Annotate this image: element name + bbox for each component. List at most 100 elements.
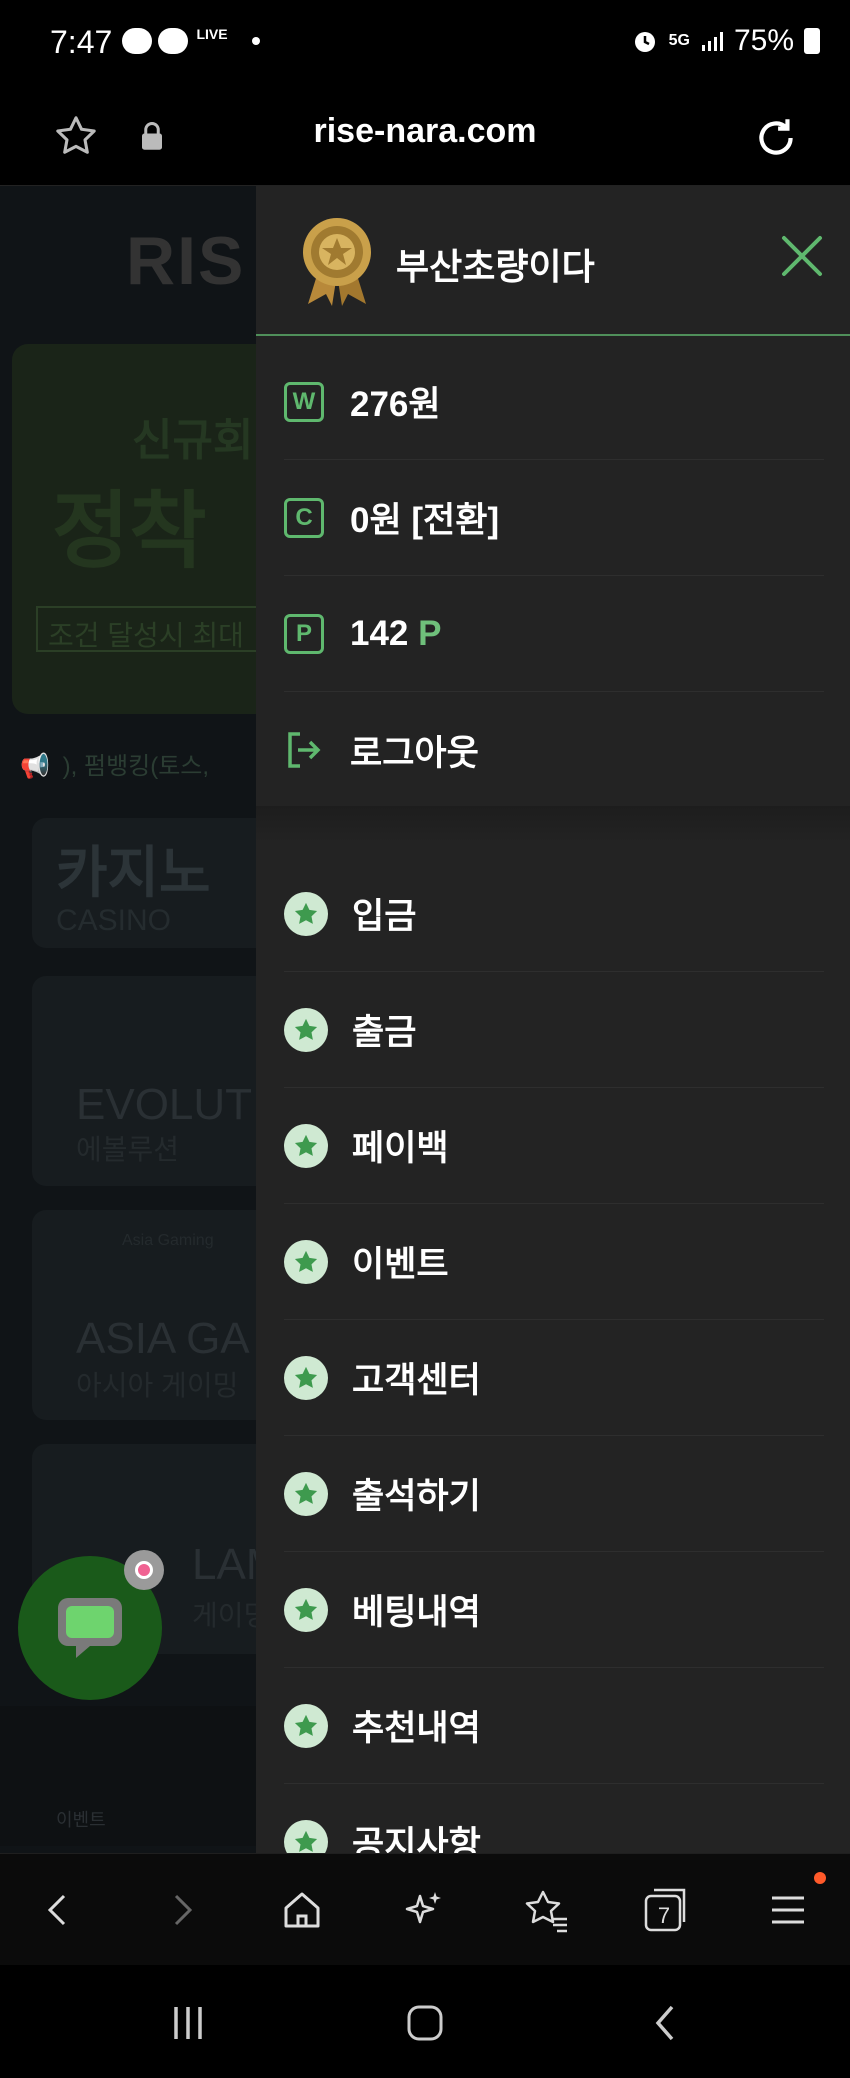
- chevron-right-icon: [174, 1894, 193, 1926]
- battery-icon: [804, 28, 820, 54]
- battery-percent: 75%: [733, 24, 794, 57]
- menu-item[interactable]: 출금: [284, 972, 824, 1088]
- chat-notification-badge: [124, 1550, 164, 1590]
- menu-item-label: 베팅내역: [352, 1593, 481, 1632]
- card2-sub: 아시아 게이밍: [76, 1370, 239, 1401]
- menu-item[interactable]: 고객센터: [284, 1320, 824, 1436]
- chevron-left-icon: [47, 1894, 66, 1926]
- megaphone-icon: 📢: [20, 753, 50, 780]
- menu-item-label: 공지사항: [352, 1825, 481, 1853]
- home-system-button[interactable]: [395, 1993, 455, 2053]
- home-button[interactable]: [274, 1882, 330, 1938]
- menu-item[interactable]: 입금: [284, 856, 824, 972]
- bookmarks-star-icon: [525, 1890, 567, 1933]
- chat-bubble-icon: [58, 1598, 122, 1658]
- star-badge-icon: [284, 1007, 328, 1052]
- card1-title: EVOLUT: [76, 1080, 253, 1129]
- alarm-icon: [634, 32, 655, 52]
- menu-item-label: 입금: [352, 897, 417, 936]
- menu-item[interactable]: 출석하기: [284, 1436, 824, 1552]
- drawer-username: 부산초량이다: [396, 246, 595, 287]
- chat-notification-icon: [122, 28, 152, 54]
- site-nav-event: 이벤트: [56, 1810, 106, 1830]
- menu-notification-dot: [814, 1872, 826, 1884]
- menu-item[interactable]: 공지사항: [284, 1784, 824, 1853]
- recent-apps-icon: [174, 2007, 202, 2039]
- tab-count: 7: [657, 1903, 671, 1928]
- status-bar: 7:47 LIVE 5G 75%: [0, 0, 850, 90]
- menu-item-label: 페이백: [352, 1129, 449, 1168]
- url-text[interactable]: rise-nara.com: [0, 112, 850, 151]
- sparkle-icon: [405, 1892, 441, 1924]
- ticker-text: ), 펌뱅킹(토스,: [62, 753, 210, 780]
- menu-item-label: 출석하기: [352, 1477, 481, 1516]
- banner-line3: 조건 달성시 최대: [36, 606, 256, 652]
- talk-notification-icon: [158, 28, 188, 54]
- home-square-icon: [407, 2005, 443, 2041]
- notification-icons: LIVE: [122, 26, 260, 54]
- promo-banner: 신규회 정착 조건 달성시 최대: [12, 344, 256, 714]
- site-bottom-nav: 이벤트: [0, 1706, 256, 1846]
- star-badge-icon: [284, 1587, 328, 1632]
- forward-button[interactable]: [154, 1882, 210, 1938]
- menu-item[interactable]: 추천내역: [284, 1668, 824, 1784]
- casino-sub: CASINO: [56, 904, 172, 937]
- system-navigation-bar: [0, 1965, 850, 2078]
- tabs-button[interactable]: 7: [638, 1882, 694, 1938]
- game-card-asia-gaming: Asia Gaming ASIA GA 아시아 게이밍: [32, 1210, 256, 1420]
- card2-title: ASIA GA: [76, 1314, 250, 1363]
- menu-item[interactable]: 베팅내역: [284, 1552, 824, 1668]
- star-badge-icon: [284, 1703, 328, 1748]
- home-icon: [284, 1892, 320, 1928]
- bookmarks-button[interactable]: [518, 1882, 574, 1938]
- notice-ticker: 📢 ), 펌뱅킹(토스,: [20, 746, 209, 781]
- browser-toolbar: 7: [0, 1853, 850, 1965]
- card2-brand: Asia Gaming: [122, 1232, 214, 1249]
- star-badge-icon: [284, 1471, 328, 1516]
- signal-icon: [701, 32, 723, 51]
- card1-sub: 에볼루션: [76, 1134, 180, 1165]
- menu-item[interactable]: 페이백: [284, 1088, 824, 1204]
- wallet-coupon-row[interactable]: C 0원 [전환]: [284, 460, 824, 576]
- card3-title: LAM: [192, 1540, 256, 1589]
- hamburger-icon: [772, 1896, 804, 1924]
- more-notifications-dot: [252, 37, 260, 45]
- won-icon: W: [284, 381, 324, 422]
- coupon-icon: C: [284, 497, 324, 538]
- reload-icon[interactable]: [746, 108, 806, 168]
- section-divider: [256, 806, 850, 842]
- won-balance: 276원: [350, 385, 441, 424]
- casino-category-card: 카지노 CASINO: [32, 818, 256, 948]
- network-type: 5G: [668, 32, 690, 49]
- menu-item-label: 이벤트: [352, 1245, 449, 1284]
- side-drawer: 부산초량이다 W 276원 C 0원 [전환] P 142 P 로그아웃 입금출…: [256, 186, 850, 1853]
- logout-label: 로그아웃: [350, 733, 479, 773]
- ai-sparkle-button[interactable]: [396, 1882, 452, 1938]
- back-system-button[interactable]: [636, 1993, 696, 2053]
- wallet-won-row: W 276원: [284, 344, 824, 460]
- card3-sub: 게이밍: [192, 1600, 256, 1631]
- star-badge-icon: [284, 1123, 328, 1168]
- live-score-icon: LIVE: [196, 26, 228, 42]
- menu-button[interactable]: [760, 1872, 826, 1938]
- medal-icon: [303, 218, 371, 306]
- casino-title: 카지노: [56, 841, 211, 904]
- banner-line1: 신규회: [132, 416, 254, 465]
- points-unit: P: [418, 613, 442, 653]
- logout-row[interactable]: 로그아웃: [284, 692, 824, 808]
- close-icon[interactable]: [772, 226, 832, 286]
- menu-item[interactable]: 이벤트: [284, 1204, 824, 1320]
- recent-apps-button[interactable]: [158, 1993, 218, 2053]
- star-badge-icon: [284, 1355, 328, 1400]
- status-right: 5G 75%: [631, 24, 820, 58]
- back-button[interactable]: [30, 1882, 86, 1938]
- star-badge-icon: [284, 891, 328, 936]
- star-badge-icon: [284, 1239, 328, 1284]
- browser-url-bar: rise-nara.com: [0, 90, 850, 186]
- points-balance: 142 P: [350, 614, 442, 654]
- coupon-balance[interactable]: 0원 [전환]: [350, 492, 499, 543]
- game-card-evolution: EVOLUT 에볼루션: [32, 976, 256, 1186]
- drawer-header: 부산초량이다: [256, 186, 850, 336]
- status-time: 7:47: [50, 24, 113, 60]
- star-badge-icon: [284, 1819, 328, 1853]
